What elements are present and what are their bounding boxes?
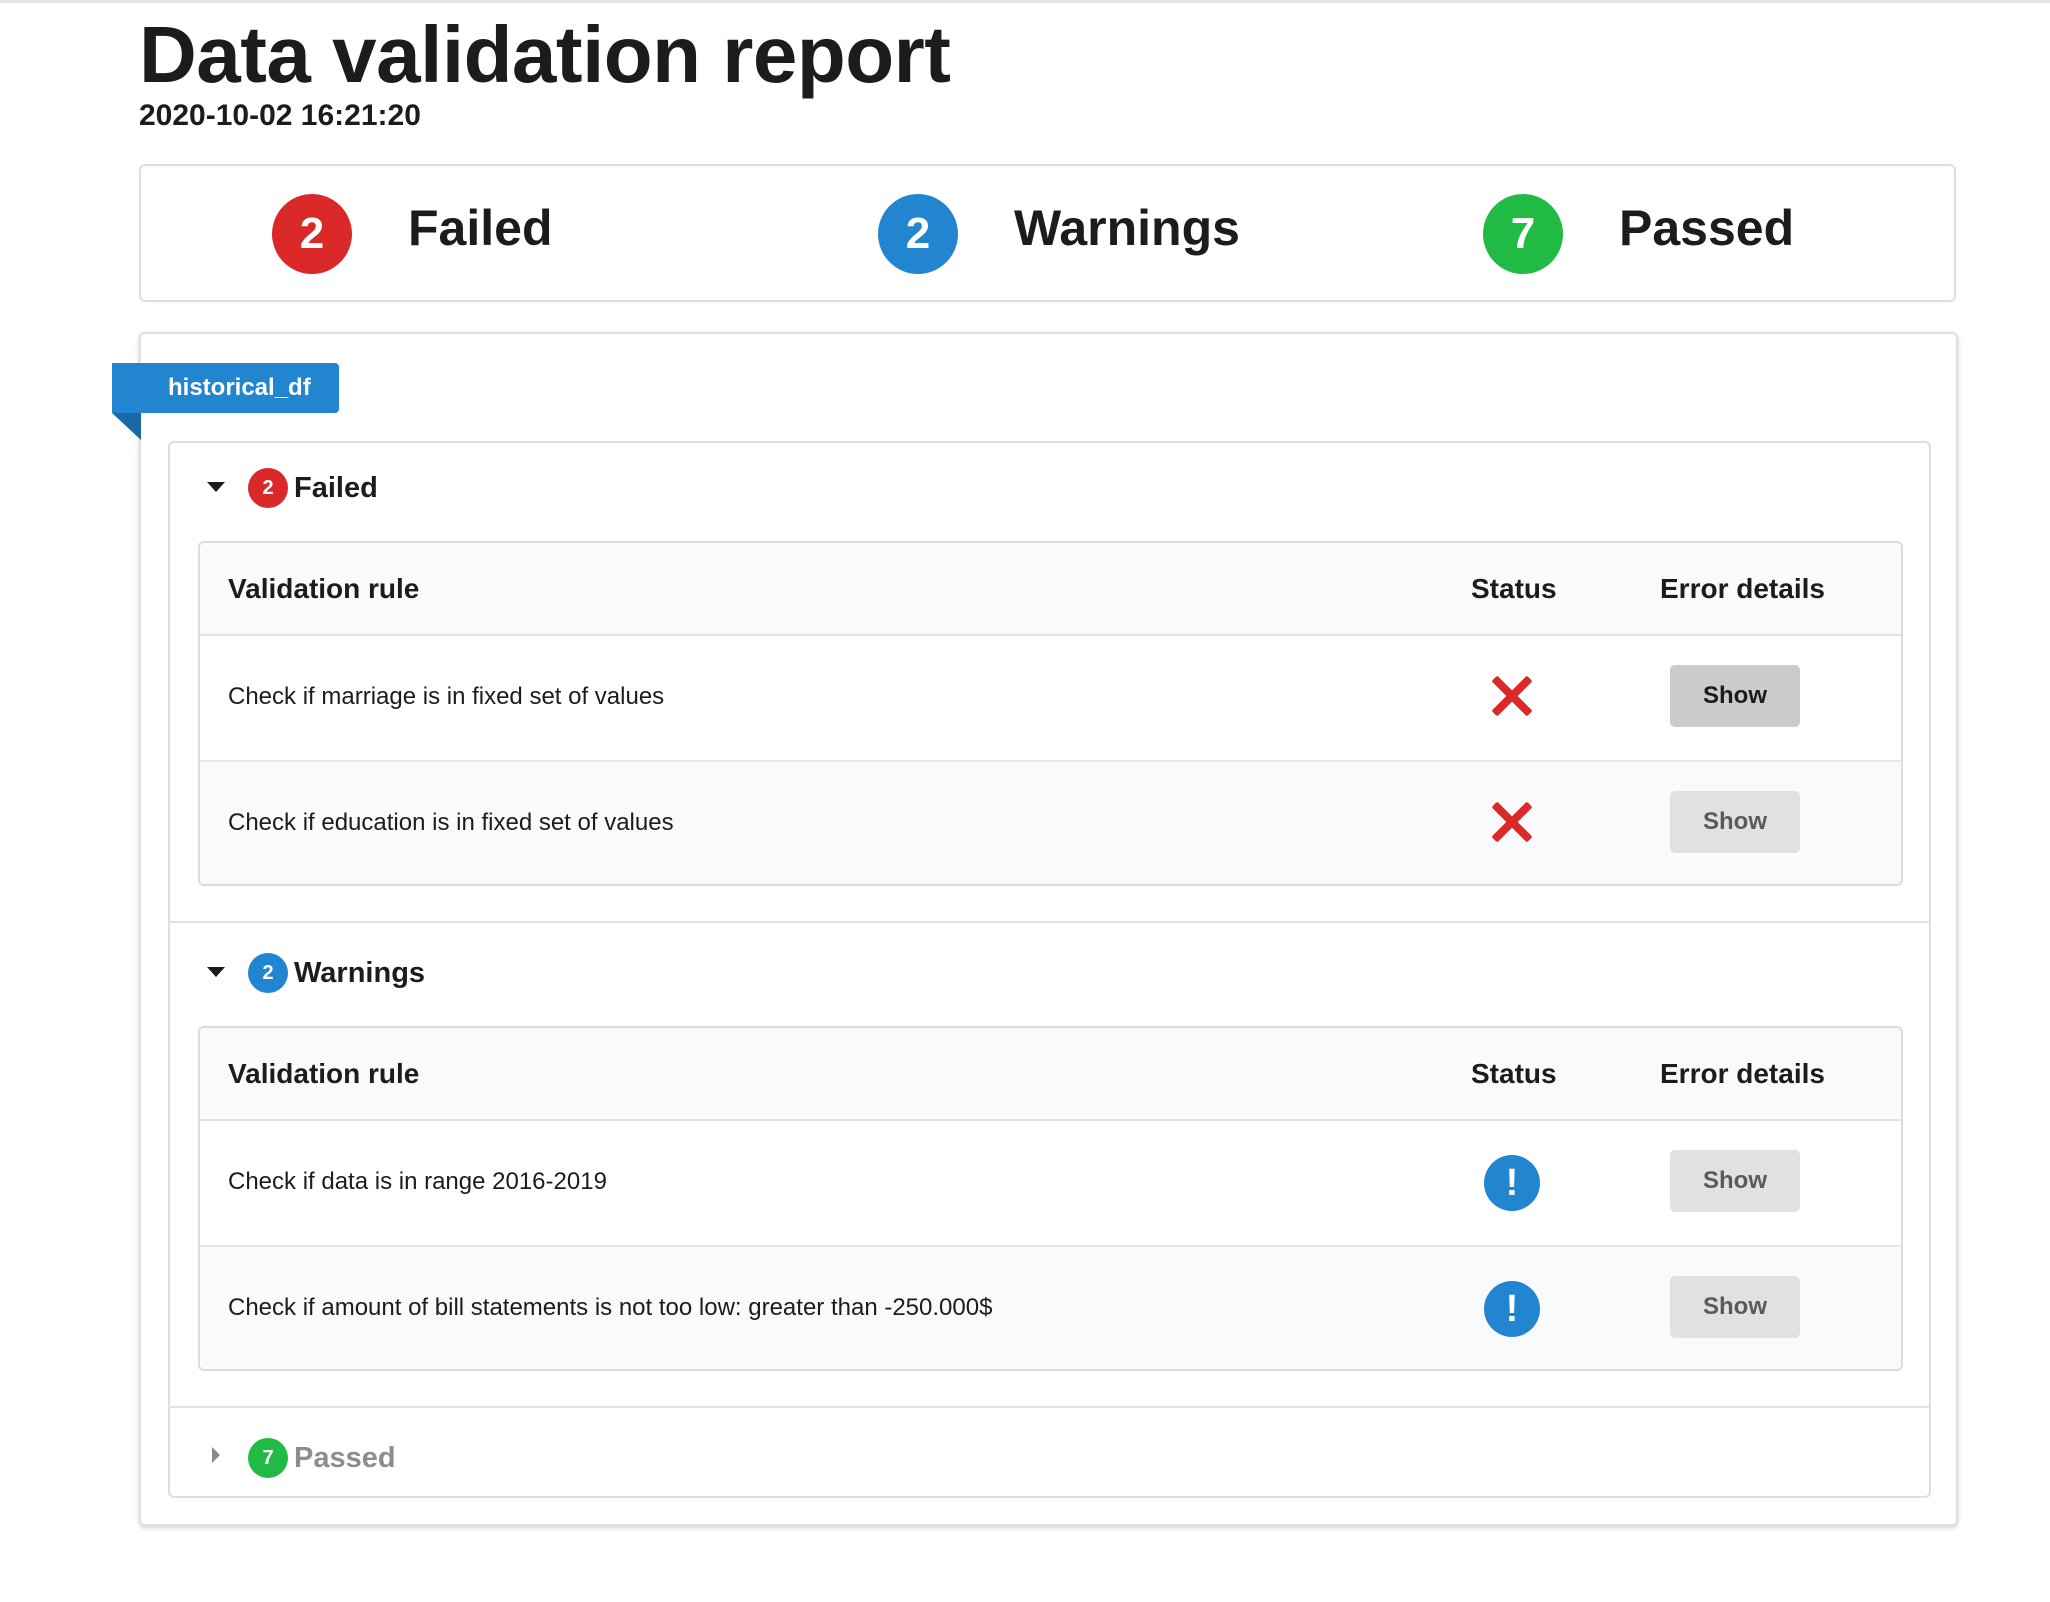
top-border [0,0,2050,3]
x-icon [1490,800,1534,844]
failed-count-badge: 2 [272,194,352,274]
column-header-status: Status [1471,1058,1557,1089]
table-row: Check if marriage is in fixed set of val… [200,636,1901,760]
section-divider [170,921,1929,923]
page-title: Data validation report [139,10,951,99]
failed-rules-table: Validation rule Status Error details Che… [198,541,1903,886]
caret-right-icon [212,1447,220,1463]
caret-down-icon [207,482,225,492]
passed-section-toggle[interactable]: 7 Passed [170,1433,1929,1483]
warnings-section-label: Warnings [294,957,426,989]
table-row: Check if education is in fixed set of va… [200,760,1901,884]
column-header-error-details: Error details [1660,1058,1825,1089]
exclamation-icon: ! [1484,1155,1540,1211]
table-row: Check if amount of bill statements is no… [200,1245,1901,1369]
table-header: Validation rule Status Error details [200,1028,1901,1121]
report-timestamp: 2020-10-02 16:21:20 [139,99,421,132]
exclamation-icon: ! [1484,1281,1540,1337]
failed-section-toggle[interactable]: 2 Failed [170,463,1929,513]
passed-count-badge: 7 [1483,194,1563,274]
column-header-rule: Validation rule [228,573,420,604]
section-divider [170,1406,1929,1408]
dataset-card: historical_df 2 Failed Validation rule S… [112,332,1958,1526]
show-error-details-button[interactable]: Show [1670,665,1800,727]
rule-text: Check if data is in range 2016-2019 [228,1168,607,1195]
passed-section-badge: 7 [248,1438,288,1478]
warnings-summary-label: Warnings [1014,200,1240,256]
warnings-rules-table: Validation rule Status Error details Che… [198,1026,1903,1371]
failed-summary-label: Failed [408,200,553,256]
column-header-status: Status [1471,573,1557,604]
x-icon [1490,674,1534,718]
warnings-section-badge: 2 [248,953,288,993]
column-header-error-details: Error details [1660,573,1825,604]
failed-section-label: Failed [294,472,378,504]
warnings-section-toggle[interactable]: 2 Warnings [170,948,1929,998]
rule-text: Check if amount of bill statements is no… [228,1294,993,1321]
passed-section-label: Passed [294,1442,396,1474]
show-error-details-button[interactable]: Show [1670,1150,1800,1212]
dataset-ribbon-label: historical_df [112,363,339,413]
caret-down-icon [207,967,225,977]
show-error-details-button[interactable]: Show [1670,1276,1800,1338]
failed-section-badge: 2 [248,468,288,508]
ribbon-fold [112,413,141,440]
results-accordion: 2 Failed Validation rule Status Error de… [168,441,1931,1498]
warnings-count-badge: 2 [878,194,958,274]
rule-text: Check if education is in fixed set of va… [228,809,674,836]
table-header: Validation rule Status Error details [200,543,1901,636]
rule-text: Check if marriage is in fixed set of val… [228,683,665,710]
summary-panel: 2 Failed 2 Warnings 7 Passed [139,164,1956,302]
show-error-details-button[interactable]: Show [1670,791,1800,853]
table-row: Check if data is in range 2016-2019 ! Sh… [200,1121,1901,1245]
passed-summary-label: Passed [1619,200,1795,256]
column-header-rule: Validation rule [228,1058,420,1089]
